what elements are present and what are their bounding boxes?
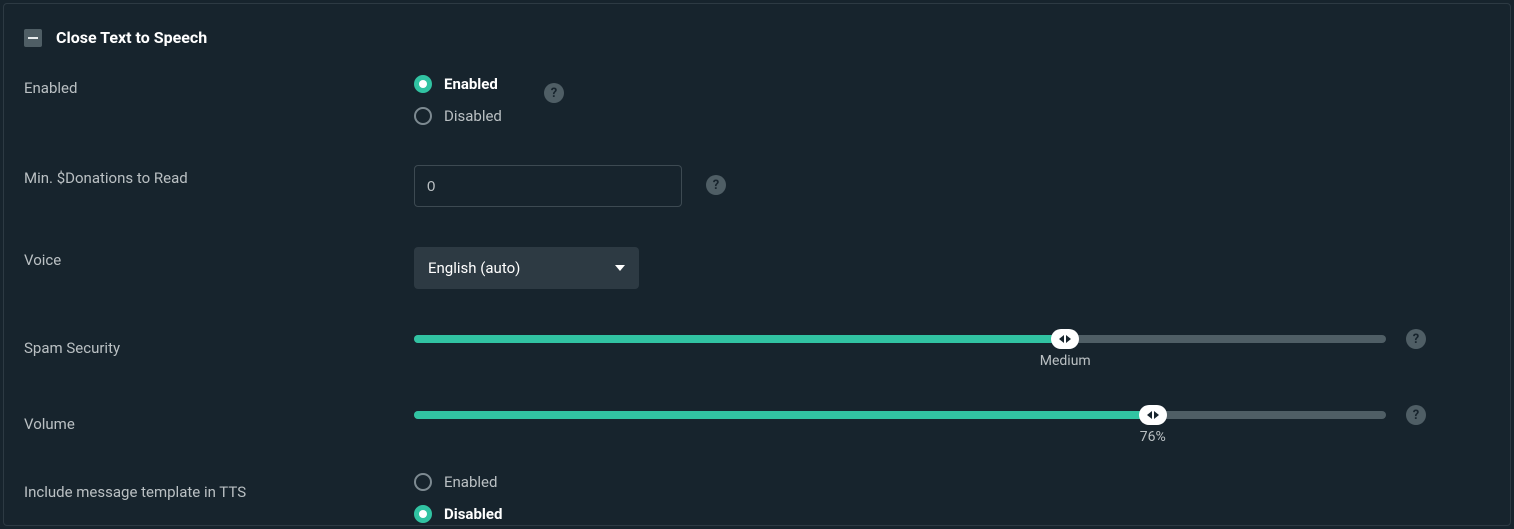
voice-select[interactable]: English (auto) [414,247,639,289]
label-include-template: Include message template in TTS [24,473,414,501]
row-include-template: Include message template in TTS Enabled … [24,473,1490,523]
slider-thumb[interactable] [1139,405,1167,425]
row-voice: Voice English (auto) [24,247,1490,289]
radio-label: Disabled [444,505,502,523]
radio-template-enabled[interactable]: Enabled [414,473,502,491]
radio-label: Enabled [444,473,497,491]
volume-slider[interactable]: 76% ? [414,411,1386,419]
slider-thumb[interactable] [1051,329,1079,349]
label-min-donation: Min. $Donations to Read [24,165,414,187]
include-template-radio-group: Enabled Disabled [414,473,502,523]
volume-value-label: 76% [1140,429,1166,445]
row-min-donation: Min. $Donations to Read ? [24,165,1490,207]
control-spam-security: Medium ? [414,335,1386,343]
minus-icon [28,37,38,39]
voice-selected-value: English (auto) [428,259,520,277]
min-donation-input[interactable] [414,165,682,207]
spam-slider[interactable]: Medium ? [414,335,1386,343]
label-volume: Volume [24,411,414,433]
control-volume: 76% ? [414,411,1386,419]
spam-value-label: Medium [1040,353,1091,369]
label-enabled: Enabled [24,75,414,97]
control-min-donation: ? [414,165,682,207]
radio-template-disabled[interactable]: Disabled [414,505,502,523]
label-spam-security: Spam Security [24,335,414,357]
label-voice: Voice [24,247,414,269]
control-include-template: Enabled Disabled [414,473,502,523]
row-enabled: Enabled Enabled Disabled ? [24,75,1490,125]
help-icon[interactable]: ? [1406,405,1426,425]
radio-label: Disabled [444,107,502,125]
radio-enabled-enabled[interactable]: Enabled [414,75,502,93]
help-icon[interactable]: ? [544,83,564,103]
row-spam-security: Spam Security Medium ? [24,335,1490,357]
tts-settings-panel: Close Text to Speech Enabled Enabled Dis… [3,3,1511,526]
collapse-toggle[interactable] [24,29,42,47]
radio-label: Enabled [444,75,498,93]
chevron-down-icon [615,265,625,271]
row-volume: Volume 76% ? [24,411,1490,433]
panel-title: Close Text to Speech [56,28,207,47]
radio-enabled-disabled[interactable]: Disabled [414,107,502,125]
panel-header: Close Text to Speech [24,28,1490,47]
control-enabled: Enabled Disabled ? [414,75,502,125]
help-icon[interactable]: ? [706,175,726,195]
enabled-radio-group: Enabled Disabled [414,75,502,125]
help-icon[interactable]: ? [1406,329,1426,349]
control-voice: English (auto) [414,247,639,289]
